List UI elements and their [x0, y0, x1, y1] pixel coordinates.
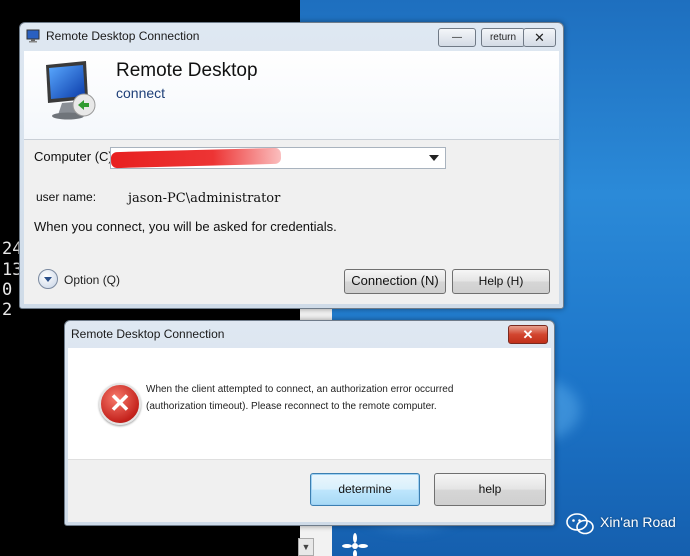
error-icon: ✕ [99, 383, 141, 425]
computer-label: Computer (C): [34, 149, 117, 164]
connect-button[interactable]: Connection (N) [344, 269, 446, 294]
help-button[interactable]: help [434, 473, 546, 506]
restore-button[interactable]: return [481, 28, 525, 47]
options-label[interactable]: Option (Q) [64, 273, 120, 287]
ok-button[interactable]: determine [310, 473, 420, 506]
rdc-header: Remote Desktop connect [24, 51, 559, 140]
console-text: 0 [2, 280, 13, 300]
error-x-glyph: ✕ [109, 388, 131, 418]
minimize-button[interactable]: — [438, 28, 476, 47]
help-button[interactable]: Help (H) [452, 269, 550, 294]
chevron-down-icon[interactable] [429, 155, 439, 161]
minimize-icon: — [452, 32, 462, 43]
error-message-line2: (authorization timeout). Please reconnec… [146, 401, 437, 412]
monitor-icon [46, 61, 96, 120]
app-icon [26, 29, 40, 43]
close-button[interactable]: ✕ [508, 325, 548, 344]
console-text: 2 [2, 300, 13, 320]
user-name-value: jason-PC\administrator [128, 191, 281, 206]
computer-combobox[interactable] [110, 147, 446, 169]
dialog-client-area: ✕ When the client attempted to connect, … [68, 348, 551, 522]
watermark-text: Xin'an Road [600, 514, 676, 530]
close-button[interactable]: ✕ [523, 28, 556, 47]
wechat-icon [566, 513, 594, 535]
options-toggle[interactable] [38, 269, 58, 289]
redaction-mark [110, 147, 282, 169]
window-title: Remote Desktop Connection [46, 29, 200, 43]
header-title: Remote Desktop [116, 60, 258, 81]
close-icon: ✕ [522, 327, 534, 342]
error-dialog: Remote Desktop Connection ✕ ✕ When the c… [64, 320, 555, 526]
error-message-line1: When the client attempted to connect, an… [146, 384, 454, 395]
dialog-title: Remote Desktop Connection [71, 327, 225, 341]
user-name-label: user name: [36, 190, 97, 204]
rdc-window: Remote Desktop Connection — return ✕ Rem… [19, 22, 564, 309]
chevron-down-icon [44, 277, 52, 282]
restore-label: return [489, 32, 517, 43]
header-subtitle: connect [116, 85, 166, 101]
credentials-note: When you connect, you will be asked for … [34, 219, 337, 234]
rdc-client-area: Remote Desktop connect Computer (C): use… [24, 51, 559, 304]
close-icon: ✕ [534, 30, 545, 45]
scroll-down-button[interactable]: ▼ [298, 538, 314, 556]
